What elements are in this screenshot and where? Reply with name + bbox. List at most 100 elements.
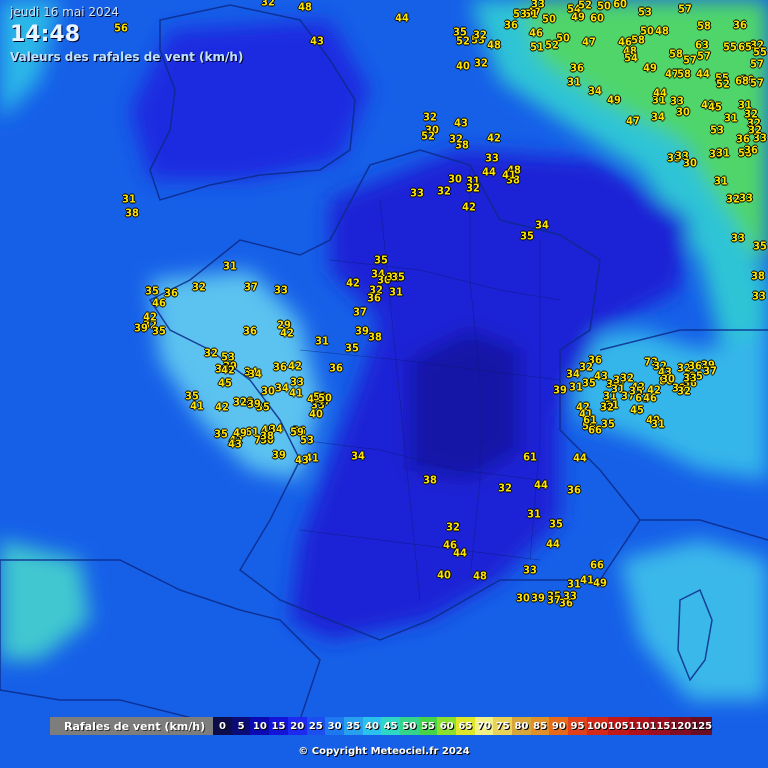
gust-value-label: 33 [739, 191, 753, 205]
gust-value-label: 36 [733, 18, 747, 32]
gust-value-label: 39 [553, 383, 567, 397]
gust-value-label: 45 [708, 100, 722, 114]
gust-value-label: 44 [573, 451, 587, 465]
gust-value-label: 38 [260, 429, 274, 443]
gust-value-label: 31 [569, 380, 583, 394]
gust-value-label: 31 [651, 417, 665, 431]
gust-value-label: 65 [738, 40, 752, 54]
gust-value-label: 32 [204, 346, 218, 360]
gust-value-label: 30 [516, 591, 530, 605]
gust-value-label: 44 [546, 537, 560, 551]
gust-value-label: 61 [523, 450, 537, 464]
legend-swatch: 25 [306, 717, 326, 735]
calmest-core-zone [410, 330, 520, 480]
gust-value-label: 32 [437, 184, 451, 198]
gust-value-label: 42 [647, 383, 661, 397]
gust-value-label: 34 [566, 367, 580, 381]
gust-value-label: 40 [456, 59, 470, 73]
legend-swatch: 110 [628, 717, 650, 735]
copyright: © Copyright Meteociel.fr 2024 [298, 746, 470, 757]
gust-value-label: 53 [638, 5, 652, 19]
gust-value-label: 39 [247, 397, 261, 411]
gust-value-label: 58 [669, 47, 683, 61]
gust-value-label: 42 [346, 276, 360, 290]
legend-swatch: 120 [670, 717, 692, 735]
gust-value-label: 48 [655, 24, 669, 38]
legend-swatch: 80 [512, 717, 531, 735]
gust-value-label: 43 [228, 437, 242, 451]
legend-swatch: 30 [325, 717, 344, 735]
gust-value-label: 37 [244, 280, 258, 294]
gust-value-label: 33 [670, 94, 684, 108]
legend-swatch: 15 [269, 717, 288, 735]
gust-value-label: 39 [272, 448, 286, 462]
legend-swatch: 75 [493, 717, 513, 735]
gust-value-label: 31 [223, 259, 237, 273]
gust-value-label: 56 [114, 21, 128, 35]
gust-value-label: 43 [295, 453, 309, 467]
gust-value-label: 34 [351, 449, 365, 463]
gust-value-label: 39 [134, 321, 148, 335]
gust-value-label: 35 [152, 324, 166, 338]
gust-value-label: 31 [389, 285, 403, 299]
gust-value-label: 33 [752, 289, 766, 303]
legend-swatch: 95 [568, 717, 587, 735]
gust-value-label: 55 [723, 40, 737, 54]
gust-value-label: 35 [753, 239, 767, 253]
gust-value-label: 45 [630, 403, 644, 417]
gust-value-label: 55 [753, 45, 767, 59]
legend-swatch: 50 [399, 717, 419, 735]
gust-value-label: 42 [221, 363, 235, 377]
gust-value-label: 32 [233, 395, 247, 409]
gust-value-label: 32 [600, 400, 614, 414]
gust-value-label: 46 [529, 26, 543, 40]
legend-swatch: 40 [362, 717, 382, 735]
gust-value-label: 31 [716, 146, 730, 160]
gust-value-label: 30 [683, 156, 697, 170]
gust-value-label: 32 [748, 123, 762, 137]
gust-value-label: 48 [298, 0, 312, 14]
gust-value-label: 53 [710, 123, 724, 137]
gust-value-label: 38 [751, 269, 765, 283]
gust-value-label: 42 [487, 131, 501, 145]
gust-value-label: 35 [145, 284, 159, 298]
gust-value-label: 37 [353, 305, 367, 319]
gust-value-label: 31 [567, 577, 581, 591]
gust-value-label: 35 [214, 427, 228, 441]
gust-value-label: 35 [520, 229, 534, 243]
gust-value-label: 40 [437, 568, 451, 582]
gust-value-label: 68 [735, 74, 749, 88]
gust-value-label: 30 [676, 105, 690, 119]
gust-value-label: 41 [580, 573, 594, 587]
legend-swatch: 55 [418, 717, 438, 735]
map-date: jeudi 16 mai 2024 [10, 5, 119, 19]
legend-swatch: 65 [456, 717, 475, 735]
gust-value-label: 36 [273, 360, 287, 374]
gust-value-label: 35 [345, 341, 359, 355]
gust-value-label: 42 [280, 326, 294, 340]
gust-value-label: 48 [473, 569, 487, 583]
gust-value-label: 57 [678, 2, 692, 16]
gust-value-label: 59 [290, 425, 304, 439]
gust-value-label: 34 [275, 381, 289, 395]
map-subtitle: Valeurs des rafales de vent (km/h) [10, 50, 244, 64]
gust-value-label: 49 [593, 576, 607, 590]
gust-value-label: 44 [534, 478, 548, 492]
legend-swatch: 85 [530, 717, 550, 735]
gust-value-label: 57 [750, 76, 764, 90]
gust-value-label: 60 [590, 11, 604, 25]
gust-value-label: 32 [498, 481, 512, 495]
gust-value-label: 32 [677, 384, 691, 398]
gust-value-label: 48 [487, 38, 501, 52]
southern-england-calm-zone [130, 20, 370, 180]
weather-map: jeudi 16 mai 2024 14:48 Valeurs des rafa… [0, 0, 768, 768]
gust-value-label: 36 [567, 483, 581, 497]
gust-value-label: 44 [696, 67, 710, 81]
legend-swatch: 60 [437, 717, 457, 735]
legend-swatch: 125 [691, 717, 713, 735]
gust-value-label: 37 [703, 364, 717, 378]
gust-value-label: 34 [588, 84, 602, 98]
gust-value-label: 49 [607, 93, 621, 107]
legend-swatch: 90 [549, 717, 569, 735]
gust-value-label: 30 [448, 172, 462, 186]
